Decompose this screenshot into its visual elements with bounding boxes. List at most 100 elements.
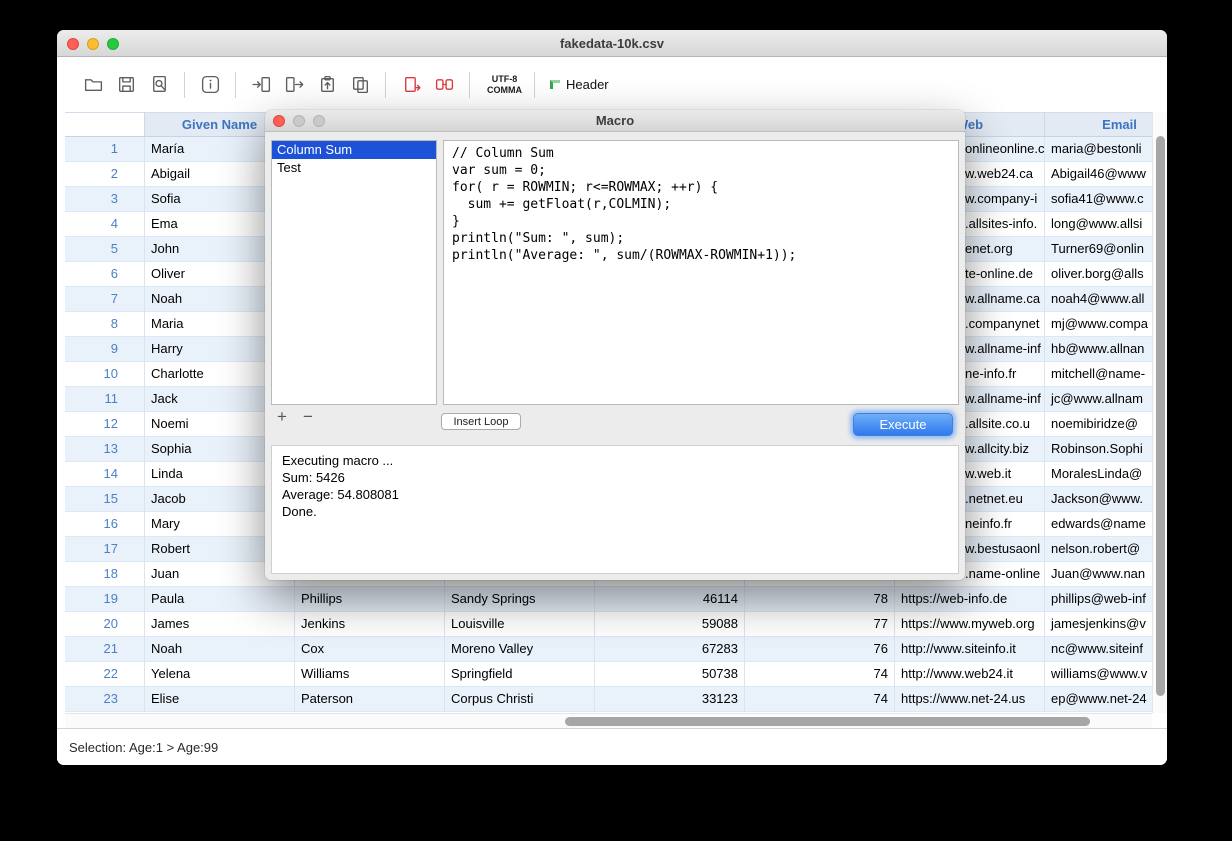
cell-email[interactable]: phillips@web-inf xyxy=(1045,587,1167,612)
cell-family-name[interactable]: Cox xyxy=(295,637,445,662)
cell-email[interactable]: Robinson.Sophi xyxy=(1045,437,1167,462)
column-header-email[interactable]: Email xyxy=(1045,112,1167,137)
code-line: sum += getFloat(r,COLMIN); xyxy=(452,196,950,213)
cell-email[interactable]: maria@bestonli xyxy=(1045,137,1167,162)
remove-macro-button[interactable]: − xyxy=(303,408,313,426)
cell-family-name[interactable]: Jenkins xyxy=(295,612,445,637)
red-merge-button[interactable] xyxy=(430,71,458,99)
cell-web[interactable]: https://www.myweb.org xyxy=(895,612,1045,637)
close-button[interactable] xyxy=(67,38,79,50)
table-row[interactable]: 22 Yelena Williams Springfield 50738 74 … xyxy=(65,662,1167,687)
cell-email[interactable]: noah4@www.all xyxy=(1045,287,1167,312)
cell-email[interactable]: Jackson@www. xyxy=(1045,487,1167,512)
copy-button[interactable] xyxy=(346,71,374,99)
cell-email[interactable]: nelson.robert@ xyxy=(1045,537,1167,562)
cell-email[interactable]: MoralesLinda@ xyxy=(1045,462,1167,487)
import-button[interactable] xyxy=(247,71,275,99)
cell-given-name[interactable]: Noah xyxy=(145,637,295,662)
cell-age[interactable]: 77 xyxy=(745,612,895,637)
cell-family-name[interactable]: Phillips xyxy=(295,587,445,612)
row-number: 22 xyxy=(65,662,145,687)
cell-family-name[interactable]: Paterson xyxy=(295,687,445,712)
cell-email[interactable]: ep@www.net-24 xyxy=(1045,687,1167,712)
row-number: 20 xyxy=(65,612,145,637)
cell-city[interactable]: Moreno Valley xyxy=(445,637,595,662)
cell-number[interactable]: 67283 xyxy=(595,637,745,662)
save-button[interactable] xyxy=(112,71,140,99)
cell-email[interactable]: Turner69@onlin xyxy=(1045,237,1167,262)
cell-given-name[interactable]: Paula xyxy=(145,587,295,612)
table-row[interactable]: 20 James Jenkins Louisville 59088 77 htt… xyxy=(65,612,1167,637)
window-titlebar[interactable]: fakedata-10k.csv xyxy=(57,30,1167,57)
info-button[interactable] xyxy=(196,71,224,99)
cell-number[interactable]: 50738 xyxy=(595,662,745,687)
cell-given-name[interactable]: Yelena xyxy=(145,662,295,687)
cell-city[interactable]: Corpus Christi xyxy=(445,687,595,712)
cell-web[interactable]: http://www.siteinfo.it xyxy=(895,637,1045,662)
cell-email[interactable]: oliver.borg@alls xyxy=(1045,262,1167,287)
dialog-titlebar[interactable]: Macro xyxy=(265,110,965,132)
cell-age[interactable]: 74 xyxy=(745,662,895,687)
row-number: 19 xyxy=(65,587,145,612)
cell-email[interactable]: sofia41@www.c xyxy=(1045,187,1167,212)
cell-age[interactable]: 76 xyxy=(745,637,895,662)
cell-email[interactable]: jc@www.allnam xyxy=(1045,387,1167,412)
paste-button[interactable] xyxy=(313,71,341,99)
cell-city[interactable]: Sandy Springs xyxy=(445,587,595,612)
horizontal-scrollbar[interactable] xyxy=(65,713,1152,728)
cell-email[interactable]: long@www.allsi xyxy=(1045,212,1167,237)
dialog-minimize-button[interactable] xyxy=(293,115,305,127)
cell-number[interactable]: 33123 xyxy=(595,687,745,712)
cell-email[interactable]: hb@www.allnan xyxy=(1045,337,1167,362)
cell-email[interactable]: mj@www.compa xyxy=(1045,312,1167,337)
cell-email[interactable]: williams@www.v xyxy=(1045,662,1167,687)
cell-city[interactable]: Springfield xyxy=(445,662,595,687)
dialog-close-button[interactable] xyxy=(273,115,285,127)
cell-email[interactable]: Juan@www.nan xyxy=(1045,562,1167,587)
cell-email[interactable]: edwards@name xyxy=(1045,512,1167,537)
macro[interactable]: Test xyxy=(272,159,436,177)
cell-web[interactable]: https://web-info.de xyxy=(895,587,1045,612)
minimize-button[interactable] xyxy=(87,38,99,50)
find-button[interactable] xyxy=(145,71,173,99)
vertical-scrollbar[interactable] xyxy=(1152,112,1167,713)
cell-given-name[interactable]: Elise xyxy=(145,687,295,712)
cell-given-name[interactable]: James xyxy=(145,612,295,637)
dialog-zoom-button[interactable] xyxy=(313,115,325,127)
table-row[interactable]: 19 Paula Phillips Sandy Springs 46114 78… xyxy=(65,587,1167,612)
code-editor[interactable]: // Column Sumvar sum = 0;for( r = ROWMIN… xyxy=(443,140,959,405)
cell-age[interactable]: 78 xyxy=(745,587,895,612)
row-number: 15 xyxy=(65,487,145,512)
cell-age[interactable]: 74 xyxy=(745,687,895,712)
cell-city[interactable]: Louisville xyxy=(445,612,595,637)
open-file-button[interactable] xyxy=(79,71,107,99)
macro[interactable]: Column Sum xyxy=(272,141,436,159)
cell-family-name[interactable]: Williams xyxy=(295,662,445,687)
cell-email[interactable]: nc@www.siteinf xyxy=(1045,637,1167,662)
toolbar-separator xyxy=(385,72,386,98)
vertical-scrollbar-thumb[interactable] xyxy=(1156,136,1165,696)
execute-button[interactable]: Execute xyxy=(853,413,953,436)
row-number: 23 xyxy=(65,687,145,712)
header-toggle[interactable]: Header xyxy=(550,77,609,92)
cell-number[interactable]: 46114 xyxy=(595,587,745,612)
export-button[interactable] xyxy=(280,71,308,99)
cell-email[interactable]: Abigail46@www xyxy=(1045,162,1167,187)
cell-web[interactable]: http://www.web24.it xyxy=(895,662,1045,687)
add-macro-button[interactable]: + xyxy=(277,408,287,426)
row-number: 2 xyxy=(65,162,145,187)
cell-number[interactable]: 59088 xyxy=(595,612,745,637)
table-row[interactable]: 21 Noah Cox Moreno Valley 67283 76 http:… xyxy=(65,637,1167,662)
horizontal-scrollbar-thumb[interactable] xyxy=(565,717,1090,726)
cell-email[interactable]: noemibiridze@ xyxy=(1045,412,1167,437)
table-row[interactable]: 23 Elise Paterson Corpus Christi 33123 7… xyxy=(65,687,1167,712)
red-document-button[interactable] xyxy=(397,71,425,99)
zoom-button[interactable] xyxy=(107,38,119,50)
cell-email[interactable]: mitchell@name- xyxy=(1045,362,1167,387)
toolbar: UTF-8 COMMA Header xyxy=(57,57,1167,112)
cell-email[interactable]: jamesjenkins@v xyxy=(1045,612,1167,637)
macro-list[interactable]: Column SumTest xyxy=(271,140,437,405)
cell-web[interactable]: https://www.net-24.us xyxy=(895,687,1045,712)
encoding-indicator[interactable]: UTF-8 COMMA xyxy=(487,74,522,96)
insert-loop-button[interactable]: Insert Loop xyxy=(441,413,521,430)
